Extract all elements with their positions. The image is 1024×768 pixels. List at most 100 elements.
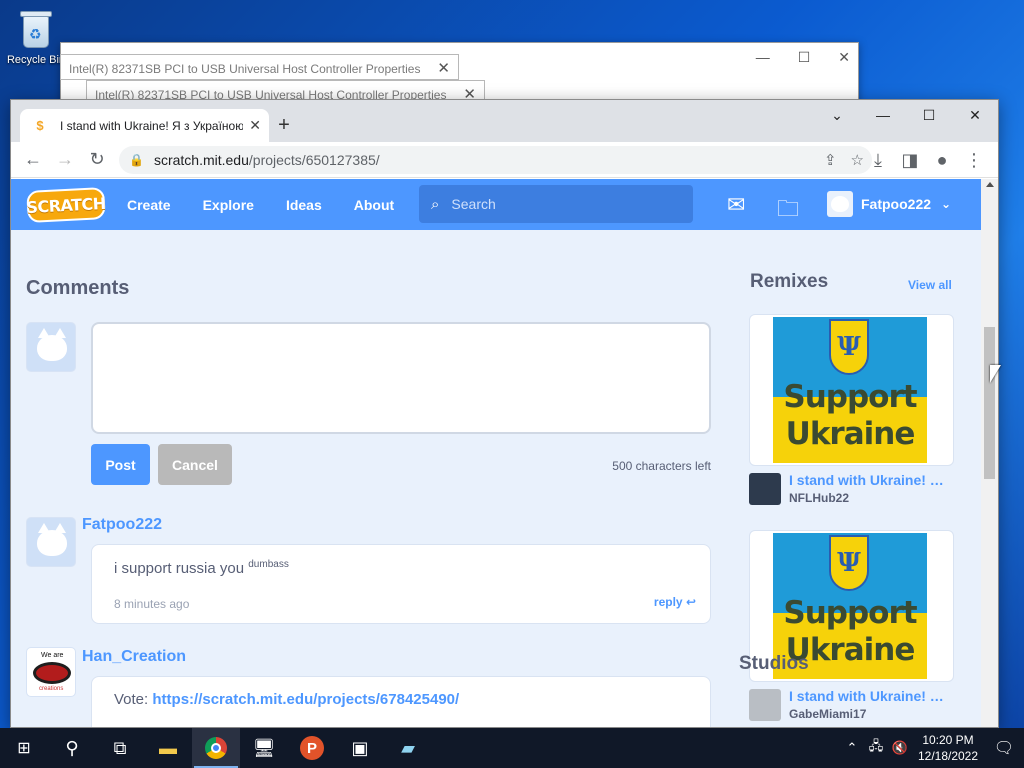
taskbar: ⊞ ⚲ ⧉ ▬ 🖥 P ▣ ▰ ⌃ 🖧 🔇 10:20 PM 12/18/202… xyxy=(0,728,1024,768)
scroll-thumb[interactable] xyxy=(984,327,995,479)
messages-icon[interactable]: ✉ xyxy=(727,192,745,218)
remix-title[interactable]: I stand with Ukraine! … xyxy=(789,688,959,704)
profile-icon[interactable]: ● xyxy=(926,144,958,176)
recycle-bin-label: Recycle Bin xyxy=(6,54,66,66)
system-tray: ⌃ 🖧 🔇 10:20 PM 12/18/2022 🗨 xyxy=(840,728,1024,768)
remix-author-avatar[interactable] xyxy=(749,473,781,505)
clock[interactable]: 10:20 PM 12/18/2022 xyxy=(912,732,984,764)
psiphon-icon[interactable]: P xyxy=(288,728,336,768)
tab-close-icon[interactable]: ✕ xyxy=(249,117,261,134)
reply-arrow-icon: ↩ xyxy=(685,595,696,609)
nav-explore[interactable]: Explore xyxy=(203,197,254,213)
studios-heading: Studios xyxy=(739,653,809,674)
browser-window: $ I stand with Ukraine! Я з Україною ✕ +… xyxy=(10,99,999,728)
maximize-icon[interactable]: ☐ xyxy=(906,100,952,130)
recycle-bin-icon: ♻ xyxy=(17,8,55,50)
windows-logo-icon: ⊞ xyxy=(17,740,31,757)
lock-icon[interactable]: 🔒 xyxy=(129,153,144,167)
reply-link[interactable]: reply ↩ xyxy=(654,595,696,609)
notepad-app-icon[interactable]: ▰ xyxy=(384,728,432,768)
search-icon[interactable]: ⚲ xyxy=(48,728,96,768)
url-path: /projects/650127385/ xyxy=(248,152,380,168)
post-button[interactable]: Post xyxy=(91,444,150,485)
comment-project-link[interactable]: https://scratch.mit.edu/projects/6784254… xyxy=(152,691,459,708)
file-explorer-icon[interactable]: ▬ xyxy=(144,728,192,768)
menu-icon[interactable]: ⋮ xyxy=(958,144,990,176)
start-button[interactable]: ⊞ xyxy=(0,728,48,768)
nav-ideas[interactable]: Ideas xyxy=(286,197,322,213)
nav-create[interactable]: Create xyxy=(127,197,171,213)
browser-toolbar: ← → ↻ 🔒 scratch.mit.edu /projects/650127… xyxy=(11,142,998,178)
scratch-logo[interactable]: SCRATCH xyxy=(26,186,106,223)
characters-left: 500 characters left xyxy=(612,459,711,473)
minimize-icon[interactable]: — xyxy=(860,100,906,130)
share-icon[interactable]: ⇪ xyxy=(824,151,837,169)
properties-title-1: Intel(R) 82371SB PCI to USB Universal Ho… xyxy=(69,62,421,76)
trident-icon: Ψ xyxy=(829,535,869,591)
remixes-heading: Remixes xyxy=(750,271,829,292)
maximize-icon[interactable]: ☐ xyxy=(798,49,811,66)
address-bar[interactable]: 🔒 scratch.mit.edu /projects/650127385/ ⇪… xyxy=(119,146,872,174)
forward-icon[interactable]: → xyxy=(49,144,81,176)
comment-bubble: i support russia you dumbass 8 minutes a… xyxy=(91,544,711,624)
new-tab-icon[interactable]: + xyxy=(273,114,295,137)
comment-time: 8 minutes ago xyxy=(114,597,190,611)
chrome-taskbar-icon[interactable] xyxy=(192,728,240,768)
network-icon[interactable]: 🖧 xyxy=(864,737,888,759)
back-icon[interactable]: ← xyxy=(17,144,49,176)
browser-tab[interactable]: $ I stand with Ukraine! Я з Україною ✕ xyxy=(20,109,269,142)
page-scrollbar[interactable] xyxy=(981,179,998,727)
device-manager-icon[interactable]: 🖥 xyxy=(240,728,288,768)
tab-strip: $ I stand with Ukraine! Я з Україною ✕ +… xyxy=(11,100,998,142)
close-icon[interactable]: ✕ xyxy=(437,59,450,77)
account-menu[interactable]: Fatpoo222 ⌄ xyxy=(827,191,951,217)
notifications-icon[interactable]: 🗨 xyxy=(984,738,1024,758)
task-view-icon[interactable]: ⧉ xyxy=(96,728,144,768)
minimize-icon[interactable]: — xyxy=(756,49,770,66)
comment-text: Vote: https://scratch.mit.edu/projects/6… xyxy=(114,691,460,708)
comments-heading: Comments xyxy=(26,277,130,299)
tab-title: I stand with Ukraine! Я з Україною xyxy=(60,118,244,133)
comment-username[interactable]: Fatpoo222 xyxy=(82,516,162,534)
comment-textarea[interactable] xyxy=(91,322,711,434)
remix-author-avatar[interactable] xyxy=(749,689,781,721)
search-input[interactable]: ⌕ Search xyxy=(419,185,693,223)
page-viewport: SCRATCH Create Explore Ideas About ⌕ Sea… xyxy=(11,179,982,727)
side-panel-icon[interactable]: ◨ xyxy=(894,144,926,176)
volume-muted-icon[interactable]: 🔇 xyxy=(888,740,912,756)
view-all-link[interactable]: View all xyxy=(908,278,952,292)
search-icon: ⌕ xyxy=(431,195,440,213)
download-icon[interactable]: ⤓ xyxy=(862,144,894,176)
comment-avatar[interactable]: We are creations xyxy=(26,647,76,697)
tab-search-chevron-icon[interactable]: ⌄ xyxy=(814,100,860,130)
clock-time: 10:20 PM xyxy=(922,733,974,747)
url-host: scratch.mit.edu xyxy=(153,152,249,168)
close-icon[interactable]: ✕ xyxy=(952,100,998,130)
system-app-icon[interactable]: ▣ xyxy=(336,728,384,768)
reload-icon[interactable]: ↻ xyxy=(81,144,113,176)
avatar xyxy=(26,322,76,372)
my-stuff-folder-icon[interactable]: 🗀 xyxy=(777,192,799,230)
comment-avatar[interactable] xyxy=(26,517,76,567)
comment-bubble: Vote: https://scratch.mit.edu/projects/6… xyxy=(91,676,711,727)
chevron-down-icon: ⌄ xyxy=(941,197,952,211)
cancel-button[interactable]: Cancel xyxy=(158,444,232,485)
scroll-up-icon xyxy=(986,182,994,187)
avatar xyxy=(827,191,853,217)
remix-author[interactable]: GabeMiami17 xyxy=(789,707,866,721)
scratch-navbar: SCRATCH Create Explore Ideas About ⌕ Sea… xyxy=(11,179,982,230)
properties-window-title-1[interactable]: Intel(R) 82371SB PCI to USB Universal Ho… xyxy=(60,54,459,80)
comment-text: i support russia you dumbass xyxy=(114,559,289,577)
nav-about[interactable]: About xyxy=(354,197,394,213)
mouse-cursor xyxy=(990,365,1001,383)
recycle-bin-shortcut[interactable]: ♻ Recycle Bin xyxy=(6,8,66,66)
chevron-up-icon[interactable]: ⌃ xyxy=(840,740,864,756)
remix-title[interactable]: I stand with Ukraine! … xyxy=(789,472,959,488)
remix-author[interactable]: NFLHub22 xyxy=(789,491,849,505)
close-icon[interactable]: ✕ xyxy=(838,49,850,66)
search-placeholder: Search xyxy=(451,196,496,212)
trident-icon: Ψ xyxy=(829,319,869,375)
comment-username[interactable]: Han_Creation xyxy=(82,648,186,666)
username: Fatpoo222 xyxy=(861,196,932,212)
remix-thumbnail[interactable]: Ψ Support Ukraine xyxy=(749,314,954,466)
